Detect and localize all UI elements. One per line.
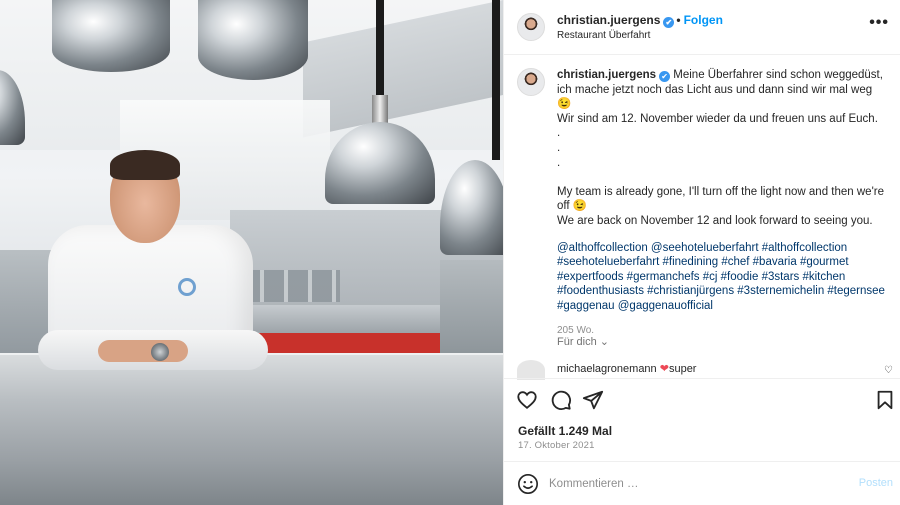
post-date[interactable]: 17. Oktober 2021 bbox=[518, 440, 595, 451]
chef-hair bbox=[110, 150, 180, 180]
author-avatar[interactable] bbox=[517, 13, 545, 41]
heat-lamp-5 bbox=[440, 0, 503, 255]
coat-logo bbox=[178, 278, 196, 296]
like-count[interactable]: Gefällt 1.249 Mal bbox=[518, 424, 612, 438]
caption-username[interactable]: christian.juergens bbox=[557, 69, 656, 81]
post-photo[interactable] bbox=[0, 0, 503, 505]
commenter-username[interactable]: michaelagronemann bbox=[557, 363, 657, 375]
steel-table bbox=[0, 355, 503, 505]
bookmark-icon[interactable] bbox=[874, 389, 896, 411]
paper-plane-icon[interactable] bbox=[582, 389, 604, 411]
post-side-panel: christian.juergens ✔ • Folgen Restaurant Üb… bbox=[503, 0, 900, 505]
comment-composer: Posten bbox=[504, 461, 900, 505]
heart-outline-icon[interactable] bbox=[516, 389, 538, 411]
chef-hands bbox=[98, 340, 188, 362]
post-location[interactable]: Restaurant Überfahrt bbox=[557, 30, 650, 41]
for-you-toggle[interactable]: Für dich ⌄ bbox=[557, 335, 609, 348]
red-heart-icon: ❤ bbox=[659, 363, 669, 375]
comment-input[interactable] bbox=[549, 472, 849, 496]
commenter-avatar[interactable] bbox=[517, 360, 545, 380]
heat-lamp-3 bbox=[0, 70, 25, 145]
action-bar bbox=[504, 378, 900, 422]
comment-row: michaelagronemann ❤super ♡ bbox=[504, 356, 900, 380]
kitchen-right-unit bbox=[440, 260, 503, 360]
caption: christian.juergens ✔ Meine Überfahrer sin… bbox=[557, 68, 887, 338]
post-comment-button[interactable]: Posten bbox=[859, 477, 893, 489]
follow-button[interactable]: Folgen bbox=[684, 13, 723, 27]
caption-hashtags[interactable]: @althoffcollection @seehotelueberfahrt #… bbox=[557, 241, 887, 314]
author-username[interactable]: christian.juergens bbox=[557, 13, 660, 27]
wrist-watch bbox=[151, 343, 169, 361]
caption-avatar[interactable] bbox=[517, 68, 545, 96]
smiley-icon[interactable] bbox=[517, 473, 539, 495]
heat-lamp-4 bbox=[325, 0, 435, 205]
caption-text: Meine Überfahrer sind schon weggedüst, i… bbox=[557, 69, 884, 227]
verified-badge-icon: ✔ bbox=[663, 17, 675, 28]
comment-text-line: michaelagronemann ❤super bbox=[557, 362, 696, 375]
author-line: christian.juergens ✔ • Folgen bbox=[557, 13, 723, 28]
chef-figure bbox=[38, 150, 268, 375]
separator-dot: • bbox=[676, 13, 681, 27]
comment-bubble-icon[interactable] bbox=[550, 389, 572, 411]
red-counter-band bbox=[250, 333, 445, 355]
caption-section[interactable]: christian.juergens ✔ Meine Überfahrer sin… bbox=[504, 55, 900, 355]
comment-like-icon[interactable]: ♡ bbox=[884, 365, 893, 376]
comment-text: super bbox=[668, 363, 697, 375]
post-header: christian.juergens ✔ • Folgen Restaurant Üb… bbox=[504, 0, 900, 55]
heat-lamp-1 bbox=[52, 0, 170, 72]
more-options-icon[interactable]: ••• bbox=[869, 14, 889, 32]
caption-verified-icon: ✔ bbox=[659, 71, 671, 82]
heat-lamp-2 bbox=[198, 0, 308, 80]
